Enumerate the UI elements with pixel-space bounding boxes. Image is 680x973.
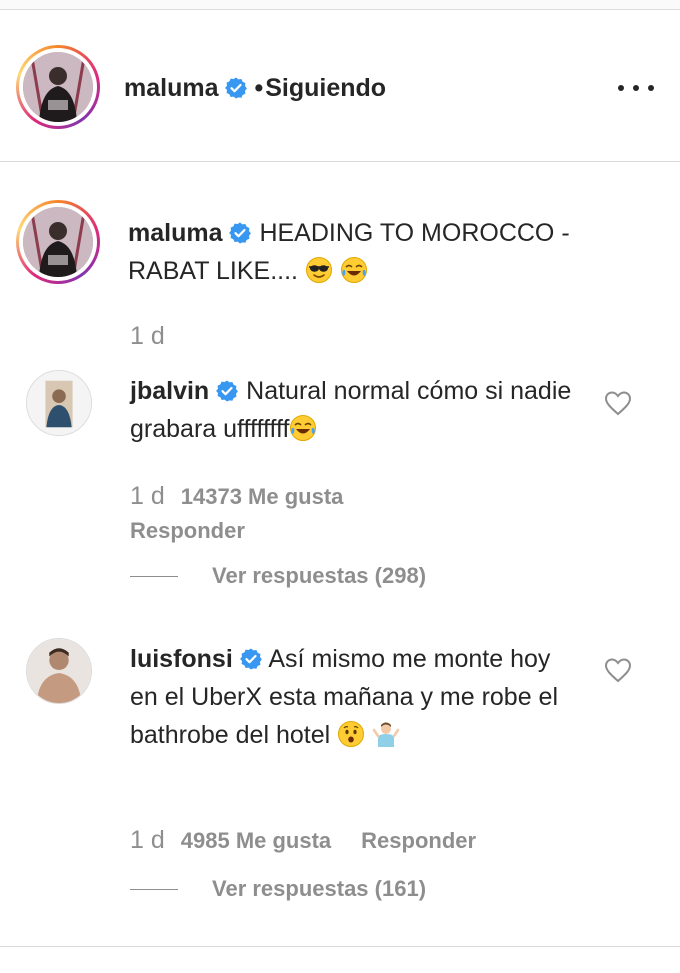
comment-likes[interactable]: 4985 Me gusta — [181, 828, 331, 853]
person-shrugging-emoji-icon — [372, 720, 400, 748]
tears-of-joy-emoji-icon — [340, 256, 368, 284]
like-heart-icon[interactable] — [604, 390, 632, 416]
verified-badge-icon — [239, 647, 263, 671]
comment-timestamp: 1 d — [130, 482, 165, 510]
tears-of-joy-emoji-icon — [289, 414, 317, 442]
comment-meta: 1 d 4985 Me gusta Responder — [130, 826, 476, 855]
avatar-photo — [23, 52, 93, 122]
reply-button[interactable]: Responder — [130, 518, 245, 544]
comment-avatar-jbalvin[interactable] — [26, 370, 92, 436]
view-replies-button[interactable]: Ver respuestas (161) — [130, 876, 426, 902]
caption-text-block: maluma HEADING TO MOROCCO - RABAT LIKE..… — [128, 214, 628, 290]
avatar[interactable] — [16, 45, 100, 129]
comment-avatar-luisfonsi[interactable] — [26, 638, 92, 704]
replies-divider — [130, 888, 178, 890]
comment-jbalvin: jbalvin Natural normal cómo si nadie gra… — [130, 372, 580, 448]
top-strip — [0, 0, 680, 10]
comment-username[interactable]: luisfonsi — [130, 645, 233, 673]
comment-username[interactable]: jbalvin — [130, 377, 209, 405]
reply-button[interactable]: Responder — [361, 828, 476, 853]
caption-avatar-photo — [23, 207, 93, 277]
header-username[interactable]: maluma — [124, 74, 218, 102]
view-replies-label[interactable]: Ver respuestas (298) — [212, 563, 426, 589]
following-button[interactable]: Siguiendo — [265, 74, 386, 102]
comment-likes[interactable]: 14373 Me gusta — [181, 484, 344, 509]
hushed-face-emoji-icon — [337, 720, 365, 748]
caption-timestamp: 1 d — [130, 322, 165, 350]
caption-username[interactable]: maluma — [128, 219, 222, 247]
like-heart-icon[interactable] — [604, 657, 632, 683]
more-options-icon[interactable] — [618, 76, 654, 100]
replies-divider — [130, 575, 178, 577]
comment-timestamp: 1 d — [130, 826, 165, 854]
verified-badge-icon — [224, 76, 248, 100]
view-replies-label[interactable]: Ver respuestas (161) — [212, 876, 426, 902]
view-replies-button[interactable]: Ver respuestas (298) — [130, 563, 426, 589]
verified-badge-icon — [215, 379, 239, 403]
comment-luisfonsi: luisfonsi Así mismo me monte hoy en el U… — [130, 640, 580, 754]
separator-dot: • — [254, 74, 264, 102]
verified-badge-icon — [228, 221, 252, 245]
sunglasses-emoji-icon — [305, 256, 333, 284]
comment-meta: 1 d 14373 Me gusta — [130, 482, 373, 511]
caption-avatar[interactable] — [16, 200, 100, 284]
bottom-divider — [0, 946, 680, 947]
post-header: maluma •Siguiendo — [0, 10, 680, 162]
